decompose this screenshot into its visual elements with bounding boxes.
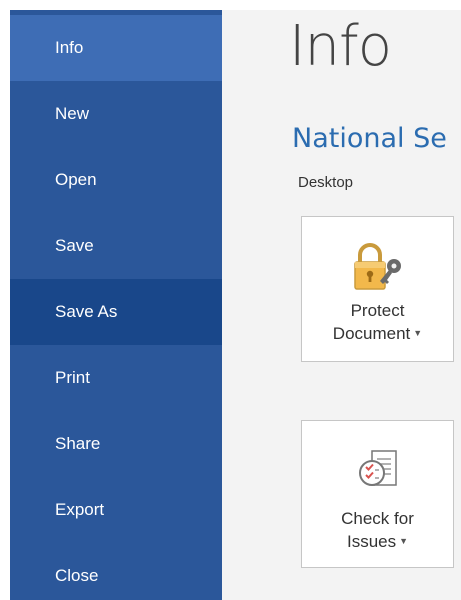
check-for-issues-button[interactable]: Check for Issues ▼ [301,420,454,568]
backstage-sidebar: Info New Open Save Save As Print Share E… [10,10,222,600]
sidebar-item-close[interactable]: Close [10,543,222,600]
protect-document-line1: Protect [350,301,405,320]
sidebar-item-info[interactable]: Info [10,15,222,81]
sidebar-item-open[interactable]: Open [10,147,222,213]
protect-document-button[interactable]: Protect Document ▼ [301,216,454,362]
protect-document-label: Protect Document ▼ [302,299,453,345]
backstage-view: Info New Open Save Save As Print Share E… [0,0,461,600]
document-name: National Se [292,123,447,154]
inspect-document-icon [358,450,397,486]
protect-document-line2: Document [332,324,411,343]
sidebar-item-share[interactable]: Share [10,411,222,477]
sidebar-item-new[interactable]: New [10,81,222,147]
page-title: Info [289,14,392,79]
lock-key-icon [353,243,401,290]
check-for-issues-line1: Check for [341,509,414,528]
sidebar-item-print[interactable]: Print [10,345,222,411]
sidebar-item-save[interactable]: Save [10,213,222,279]
check-for-issues-line2: Issues [346,532,397,551]
chevron-down-icon: ▼ [413,328,423,338]
document-location[interactable]: Desktop [298,174,353,192]
chevron-down-icon: ▼ [399,536,409,546]
sidebar-item-export[interactable]: Export [10,477,222,543]
check-for-issues-label: Check for Issues ▼ [302,507,453,553]
info-panel: Info National Se Desktop Protect Documen… [222,10,461,600]
sidebar-item-save-as[interactable]: Save As [10,279,222,345]
